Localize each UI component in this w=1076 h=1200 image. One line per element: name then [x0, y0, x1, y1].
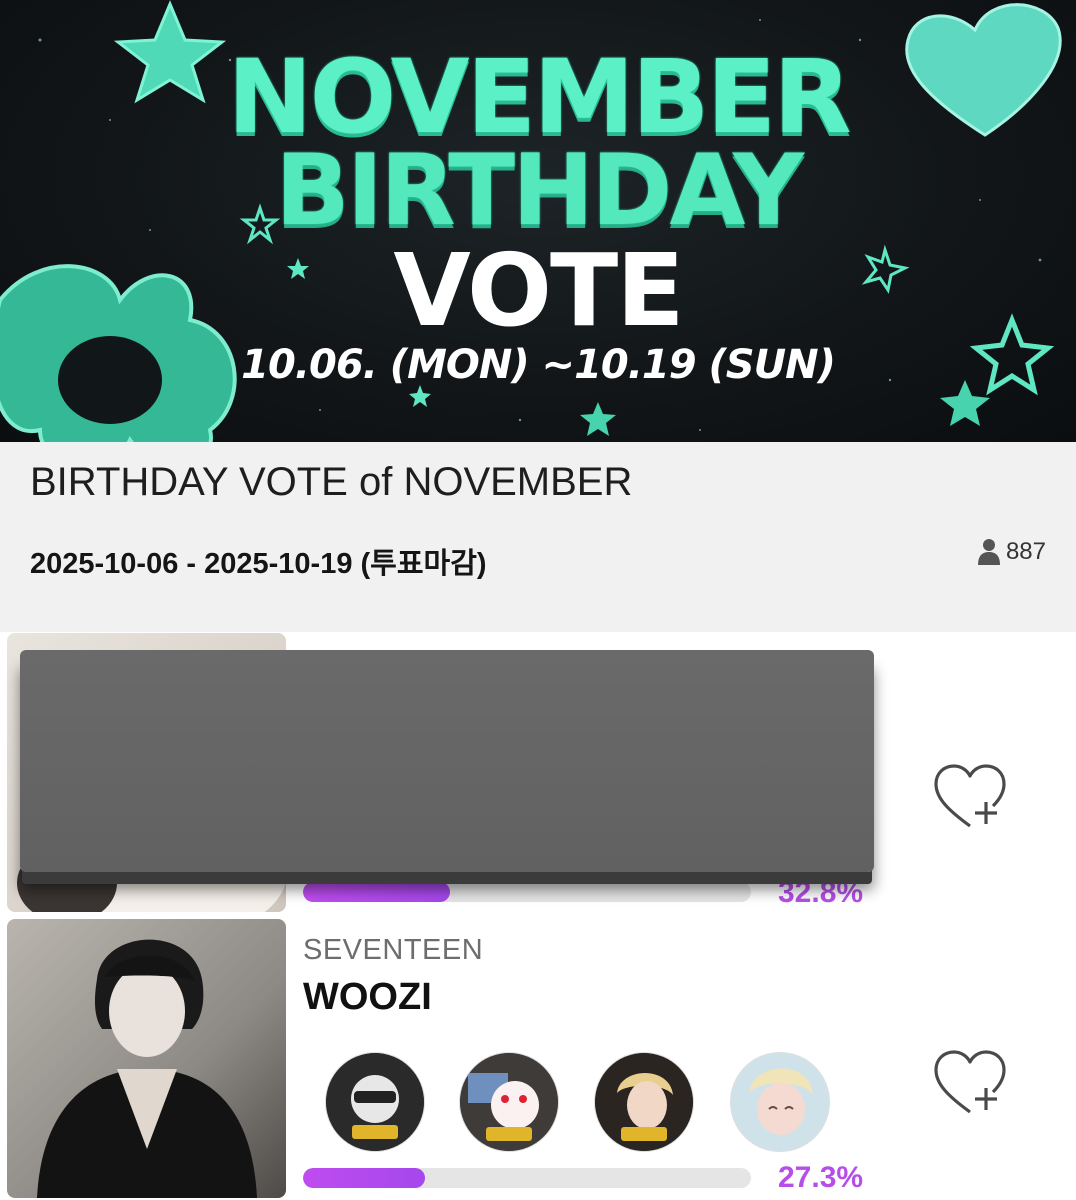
supporter-avatar[interactable] — [595, 1053, 693, 1151]
candidate-photo — [7, 919, 286, 1198]
event-banner: NOVEMBER BIRTHDAY VOTE 10.06. (MON) ~10.… — [0, 0, 1076, 442]
supporter-avatar[interactable] — [460, 1053, 558, 1151]
participant-count: 887 — [977, 538, 1046, 566]
heart-plus-icon — [934, 764, 1006, 828]
participant-number: 887 — [1005, 538, 1046, 565]
person-icon — [977, 539, 1000, 565]
vote-heart-button[interactable] — [930, 762, 1010, 832]
star-icon — [409, 385, 431, 407]
supporter-avatar[interactable] — [731, 1053, 829, 1151]
star-icon — [580, 402, 616, 436]
vote-progress-fill — [303, 1168, 426, 1188]
banner-dates: 10.06. (MON) ~10.19 (SUN) — [241, 342, 836, 388]
vote-progress-bar — [303, 1168, 751, 1188]
vote-progress-bar — [303, 882, 751, 902]
vote-info-panel: BIRTHDAY VOTE of NOVEMBER 2025-10-06 - 2… — [0, 442, 1076, 632]
vote-percentage: 32.8% — [778, 876, 864, 909]
redaction-block — [20, 650, 874, 872]
vote-heart-button[interactable] — [930, 1048, 1010, 1118]
candidate-group: SEVENTEEN — [303, 934, 484, 966]
heart-plus-icon — [934, 1050, 1006, 1114]
vote-progress-fill — [303, 882, 450, 902]
vote-title: BIRTHDAY VOTE of NOVEMBER — [30, 460, 633, 504]
vote-period: 2025-10-06 - 2025-10-19 (투표마감) — [30, 548, 487, 580]
banner-title-line2: BIRTHDAY — [275, 134, 804, 248]
candidate-name: WOOZI — [303, 976, 432, 1018]
candidate-row: SEVENTEEN WOOZI 27.3% — [0, 916, 1076, 1200]
vote-percentage: 27.3% — [778, 1161, 864, 1194]
supporter-avatar[interactable] — [326, 1053, 424, 1151]
banner-title-line3: VOTE — [393, 232, 684, 349]
